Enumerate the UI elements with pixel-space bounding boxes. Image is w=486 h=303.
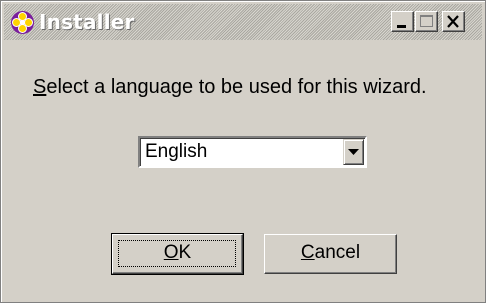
chevron-down-icon [348, 149, 359, 155]
app-logo-icon [11, 11, 34, 34]
ok-button-label: OK [164, 242, 191, 263]
ok-button[interactable]: OK [111, 233, 244, 275]
language-select[interactable]: English [138, 136, 367, 168]
minimize-button[interactable] [391, 11, 414, 32]
window-title: Installer [39, 10, 135, 34]
ok-mnemonic: O [163, 242, 179, 263]
maximize-icon [420, 15, 433, 27]
close-icon [447, 15, 459, 28]
prompt-mnemonic: S [33, 76, 47, 98]
cancel-button-label: Cancel [301, 242, 360, 263]
close-button[interactable] [442, 11, 465, 32]
cancel-rest: ancel [314, 242, 361, 263]
prompt-text: elect a language to be used for this wiz… [46, 76, 427, 98]
language-select-value: English [145, 141, 208, 162]
maximize-button[interactable] [415, 11, 438, 32]
ok-rest: K [178, 242, 192, 263]
language-prompt: Select a language to be used for this wi… [33, 76, 427, 99]
cancel-button[interactable]: Cancel [264, 234, 397, 274]
title-bar[interactable]: Installer [4, 4, 482, 40]
language-select-dropdown-button[interactable] [343, 139, 364, 165]
installer-window: Installer Select a language to be used f… [0, 0, 486, 303]
cancel-mnemonic: C [300, 242, 315, 263]
minimize-icon [397, 25, 406, 28]
